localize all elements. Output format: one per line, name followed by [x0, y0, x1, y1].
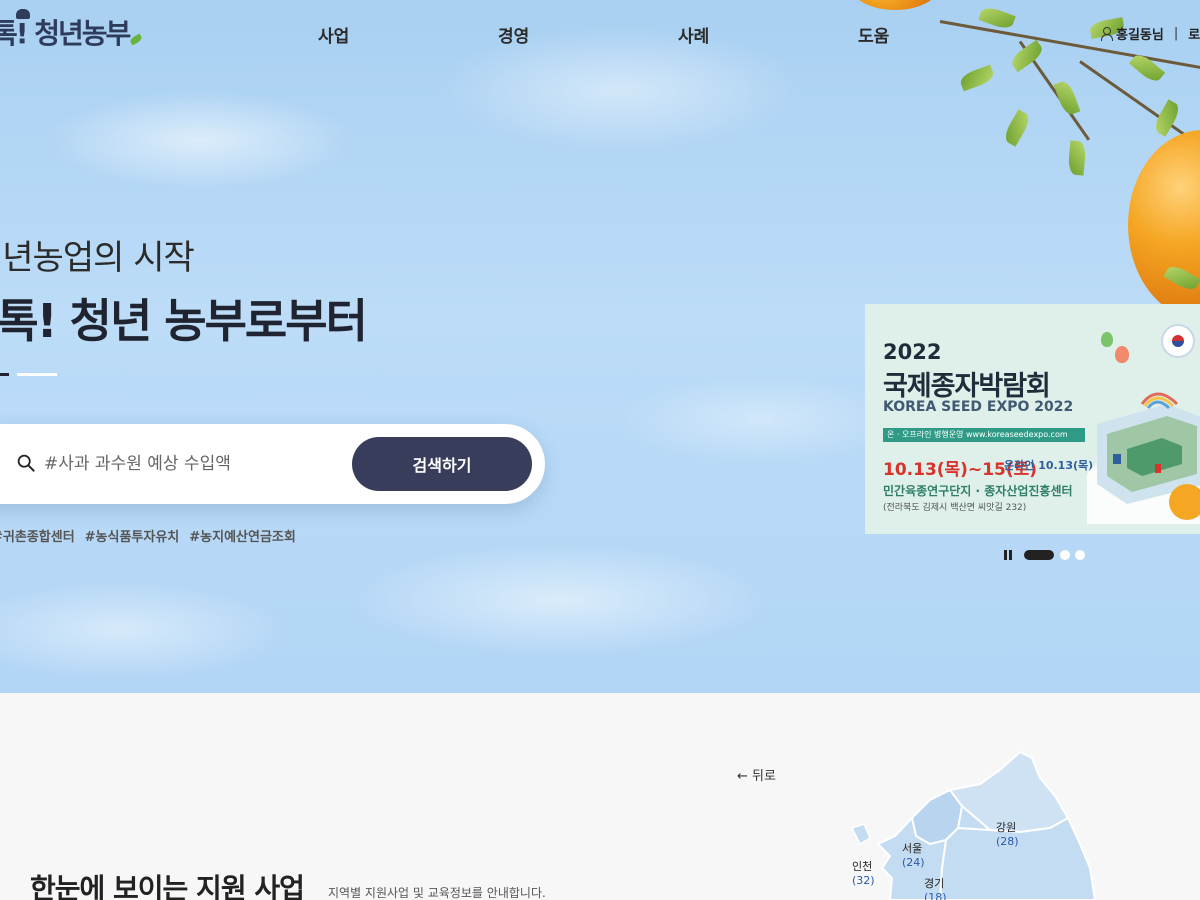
- leaf: [1067, 140, 1087, 176]
- region-count: (32): [852, 874, 875, 888]
- branch: [1079, 60, 1196, 144]
- banner-title: 국제종자박람회: [883, 371, 1051, 402]
- hashtag-link[interactable]: #농지예산연금조회: [189, 526, 296, 545]
- slide-indicator: [17, 373, 57, 376]
- region-name: 인천: [852, 860, 873, 873]
- leaf: [958, 64, 996, 92]
- balloon-icon: [1101, 332, 1113, 347]
- carousel-dot[interactable]: [1060, 550, 1070, 560]
- site-header: 톡! 청년농부 사업 경영 사례 도움 홍길동님 | 로: [0, 0, 1200, 66]
- korea-region-map: 강원 (28) 서울 (24) 인천 (32) 경기 (18): [850, 748, 1100, 900]
- user-menu[interactable]: 홍길동님 | 로: [1100, 24, 1200, 43]
- user-name: 홍길동님: [1116, 28, 1164, 43]
- seed-expo-banner[interactable]: 2022 국제종자박람회 KOREA SEED EXPO 2022 온 · 오프…: [865, 304, 1200, 534]
- slide-indicator-active: [0, 373, 9, 376]
- main-nav: 사업 경영 사례 도움: [0, 22, 1200, 47]
- hero-title: 톡톡! 청년 농부로부터: [0, 294, 368, 348]
- search-icon: [17, 454, 35, 472]
- hashtag-link[interactable]: #귀촌종합센터: [0, 526, 75, 545]
- hero-subtitle: 청년농업의 시작: [0, 238, 195, 278]
- section-description: 지역별 지원사업 및 교육정보를 안내합니다.: [328, 886, 546, 900]
- nav-item-business[interactable]: 사업: [318, 22, 349, 47]
- korea-map-shape: [850, 750, 1097, 900]
- carousel-dot-active[interactable]: [1024, 550, 1054, 560]
- region-name: 강원: [996, 821, 1017, 834]
- balloon-icon: [1115, 346, 1129, 363]
- banner-address: (전라북도 김제시 백산면 씨앗길 232): [883, 503, 1027, 513]
- region-gyeonggi[interactable]: 경기 (18): [924, 877, 947, 900]
- leaf: [1053, 79, 1081, 117]
- hero-section: 톡! 청년농부 사업 경영 사례 도움 홍길동님 | 로 청년농업의 시작 톡톡…: [0, 0, 1200, 693]
- banner-venue: 민간육종연구단지 · 종자산업진흥센터: [883, 484, 1073, 498]
- search-button[interactable]: 검색하기: [352, 437, 532, 491]
- banner-year: 2022: [883, 340, 942, 364]
- region-count: (18): [924, 891, 947, 900]
- region-count: (24): [902, 856, 925, 870]
- search-input[interactable]: [44, 450, 344, 478]
- user-separator: |: [1173, 26, 1179, 41]
- banner-url: 온 · 오프라인 병행운영 www.koreaseedexpo.com: [883, 428, 1085, 442]
- banner-subtitle: KOREA SEED EXPO 2022: [883, 399, 1074, 415]
- expo-illustration: [1087, 392, 1200, 524]
- region-name: 경기: [924, 877, 945, 890]
- search-box: 검색하기: [0, 424, 545, 504]
- region-incheon[interactable]: 인천 (32): [852, 860, 875, 889]
- region-count: (28): [996, 835, 1019, 849]
- region-seoul[interactable]: 서울 (24): [902, 842, 925, 871]
- nav-item-help[interactable]: 도움: [858, 22, 889, 47]
- region-gangwon[interactable]: 강원 (28): [996, 821, 1019, 850]
- expo-emblem-icon: [1161, 324, 1195, 358]
- nav-item-cases[interactable]: 사례: [678, 22, 709, 47]
- user-icon: [1100, 27, 1113, 41]
- hashtag-list: #귀촌종합센터 #농식품투자유치 #농지예산연금조회: [0, 526, 296, 545]
- back-link[interactable]: ← 뒤로: [737, 765, 776, 784]
- carousel-controls: [1000, 548, 1100, 562]
- hashtag-link[interactable]: #농식품투자유치: [85, 526, 180, 545]
- section-title: 한눈에 보이는 지원 사업: [30, 872, 305, 900]
- logout-link[interactable]: 로: [1188, 24, 1200, 43]
- pause-icon[interactable]: [1004, 550, 1012, 560]
- farmer-hat-icon: [16, 9, 30, 19]
- leaf: [1001, 109, 1033, 147]
- orange-fruit: [1128, 130, 1200, 320]
- carousel-dot[interactable]: [1075, 550, 1085, 560]
- support-section: ← 뒤로 한눈에 보이는 지원 사업 지역별 지원사업 및 교육정보를 안내합니…: [0, 693, 1200, 900]
- region-name: 서울: [902, 842, 923, 855]
- nav-item-management[interactable]: 경영: [498, 22, 529, 47]
